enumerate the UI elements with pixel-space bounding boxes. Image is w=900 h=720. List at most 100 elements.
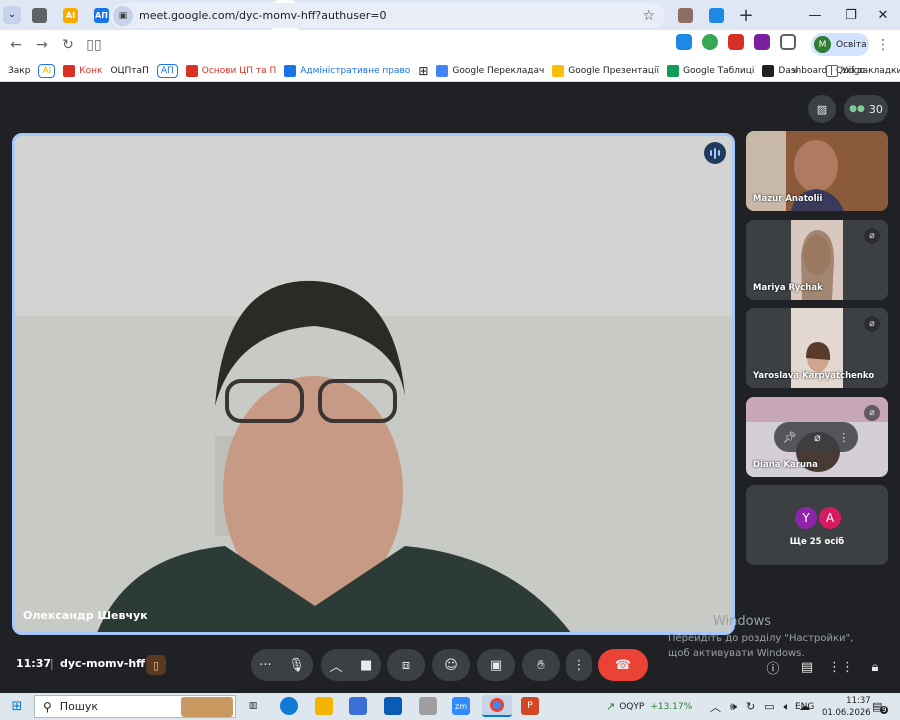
- more-options-icon[interactable]: ⋮: [838, 431, 849, 444]
- mute-icon[interactable]: ⌀: [814, 431, 821, 444]
- avatar-group: Y A: [793, 505, 843, 531]
- participants-button[interactable]: ●● 30: [844, 95, 888, 123]
- profile-button[interactable]: M Освіта: [811, 33, 869, 56]
- pin-icon[interactable]: 📌︎: [783, 431, 797, 444]
- edge-icon[interactable]: [280, 697, 298, 715]
- address-bar[interactable]: ▣ meet.google.com/dyc-momv-hff?authuser=…: [110, 3, 665, 28]
- back-button[interactable]: ←: [3, 32, 29, 58]
- reactions-button[interactable]: ☺: [432, 649, 470, 681]
- file-explorer-icon[interactable]: [315, 697, 333, 715]
- search-highlight-image: [181, 697, 233, 717]
- bookmark-item[interactable]: Google Перекладач: [436, 64, 544, 77]
- bookmark-list: Закр AI Конк ОЦПтаП АП Основи ЦП та П Адмініст…: [0, 63, 865, 78]
- forward-button[interactable]: →: [29, 32, 55, 58]
- extension-icon[interactable]: [728, 34, 744, 50]
- chevron-up-icon[interactable]: ︿: [330, 656, 343, 675]
- participant-tile[interactable]: Mazur Anatolii: [746, 131, 888, 211]
- taskbar-search[interactable]: ⚲ Пошук: [34, 695, 236, 718]
- more-options-button[interactable]: ⋮: [566, 649, 592, 681]
- browser-tab[interactable]: [701, 0, 732, 30]
- captions-button[interactable]: ▣: [477, 649, 515, 681]
- menu-icon[interactable]: ⋮: [866, 30, 900, 60]
- volume-icon[interactable]: 🕪︎: [730, 700, 737, 714]
- mic-control[interactable]: ··· 🎙︎: [251, 649, 313, 681]
- clock-time: 11:37: [846, 695, 871, 706]
- no-camera-icon[interactable]: ▨: [808, 95, 836, 123]
- browser-tab[interactable]: [24, 0, 55, 30]
- network-icon[interactable]: ▭: [764, 700, 774, 713]
- all-bookmarks[interactable]: Усі закладки: [826, 64, 900, 77]
- host-controls-icon[interactable]: 🔒︎: [865, 657, 885, 677]
- participant-tile[interactable]: ⌀ Yaroslava Karpyatchenko: [746, 308, 888, 388]
- bookmark-favicon-icon: [552, 64, 565, 77]
- zoom-icon[interactable]: zm: [452, 697, 470, 715]
- extension-icon[interactable]: [702, 34, 718, 50]
- raise-hand-button[interactable]: ✋︎: [522, 649, 560, 681]
- site-info-icon[interactable]: ▣: [113, 5, 133, 26]
- participant-tile[interactable]: ⌀ Mariya Rychak: [746, 220, 888, 300]
- task-view-icon[interactable]: ▥: [244, 697, 262, 715]
- chrome-taskbar-button[interactable]: [482, 695, 512, 717]
- notifications-button[interactable]: ▤ 9: [872, 693, 889, 720]
- bookmark-item[interactable]: ОЦПтаП: [110, 66, 148, 76]
- participant-name: Mazur Anatolii: [753, 194, 823, 204]
- puzzle-icon[interactable]: [780, 34, 796, 50]
- store-icon[interactable]: [349, 697, 367, 715]
- taskbar-clock[interactable]: 11:37 01.06.2026: [822, 693, 871, 720]
- camera-control[interactable]: ︿ ■: [321, 649, 381, 681]
- browser-tab[interactable]: [670, 0, 701, 30]
- chevron-right-icon[interactable]: »: [792, 64, 799, 77]
- microphone-icon[interactable]: 🎙︎: [288, 658, 305, 673]
- bookmark-item[interactable]: АП: [156, 63, 178, 78]
- top-right-controls: ▨ ●● 30: [808, 95, 888, 123]
- extension-icon[interactable]: [676, 34, 692, 50]
- sync-icon[interactable]: ↻: [746, 700, 755, 713]
- new-tab-button[interactable]: +: [732, 5, 760, 26]
- bookmark-item[interactable]: Адміністративне право: [284, 64, 410, 77]
- app-icon[interactable]: [419, 697, 437, 715]
- bookmark-item[interactable]: AI: [38, 63, 56, 78]
- outlook-icon[interactable]: [384, 697, 402, 715]
- powerpoint-icon[interactable]: P: [521, 697, 539, 715]
- language-indicator[interactable]: ENG: [795, 693, 814, 720]
- search-placeholder: Пошук: [59, 700, 99, 713]
- more-audio-icon[interactable]: ···: [259, 658, 271, 673]
- apps-grid-icon[interactable]: ⊞: [418, 64, 428, 78]
- bookmark-item[interactable]: Google Презентації: [552, 64, 659, 77]
- more-vert-icon: ⋮: [572, 657, 586, 673]
- browser-tab[interactable]: AI: [55, 0, 86, 30]
- tab-search-button[interactable]: ⌄: [0, 0, 24, 30]
- bookmark-favicon-icon: [284, 64, 297, 77]
- reload-button[interactable]: ↻: [55, 32, 81, 58]
- muted-mic-icon: ⌀: [864, 405, 880, 421]
- close-window-button[interactable]: ✕: [866, 0, 900, 30]
- folder-icon: [826, 64, 838, 77]
- windows-start-icon[interactable]: ⊞: [8, 697, 26, 715]
- maximize-button[interactable]: ❐: [834, 0, 868, 30]
- chrome-icon: [32, 7, 47, 23]
- camera-icon[interactable]: ■: [360, 658, 372, 673]
- door-icon[interactable]: ▯: [146, 655, 166, 675]
- split-view-button[interactable]: ▯▯: [81, 32, 107, 58]
- stock-ticker: OQYP: [619, 701, 645, 712]
- stock-widget[interactable]: ↗ OQYP +13.17%: [606, 693, 692, 720]
- present-button[interactable]: ⧈: [387, 649, 425, 681]
- bookmark-item[interactable]: Основи ЦП та П: [185, 64, 276, 77]
- bookmark-item[interactable]: Закр: [8, 66, 30, 76]
- ai-icon: AI: [63, 7, 78, 23]
- profile-name: Освіта: [836, 39, 867, 50]
- main-video-tile[interactable]: Олександр Шевчук: [12, 133, 735, 635]
- chevron-up-icon[interactable]: ︿: [710, 699, 721, 715]
- kite-icon: [709, 7, 724, 23]
- participant-tile[interactable]: 📌︎ ⌀ ⋮ ⌀ Diana Karuna: [746, 397, 888, 477]
- bookmark-star-icon[interactable]: ☆: [642, 8, 655, 24]
- minimize-button[interactable]: —: [798, 0, 832, 30]
- bookmark-item[interactable]: Google Таблиці: [667, 64, 755, 77]
- bookmark-item[interactable]: Конк: [63, 64, 102, 77]
- bookmark-label: Google Таблиці: [683, 65, 755, 76]
- more-participants-tile[interactable]: Y A Ще 25 осіб: [746, 485, 888, 565]
- end-call-button[interactable]: ☎: [598, 649, 648, 681]
- extension-icon[interactable]: [754, 34, 770, 50]
- meeting-time: 11:37: [16, 657, 52, 670]
- speaker-icon[interactable]: 🔈︎: [784, 700, 791, 714]
